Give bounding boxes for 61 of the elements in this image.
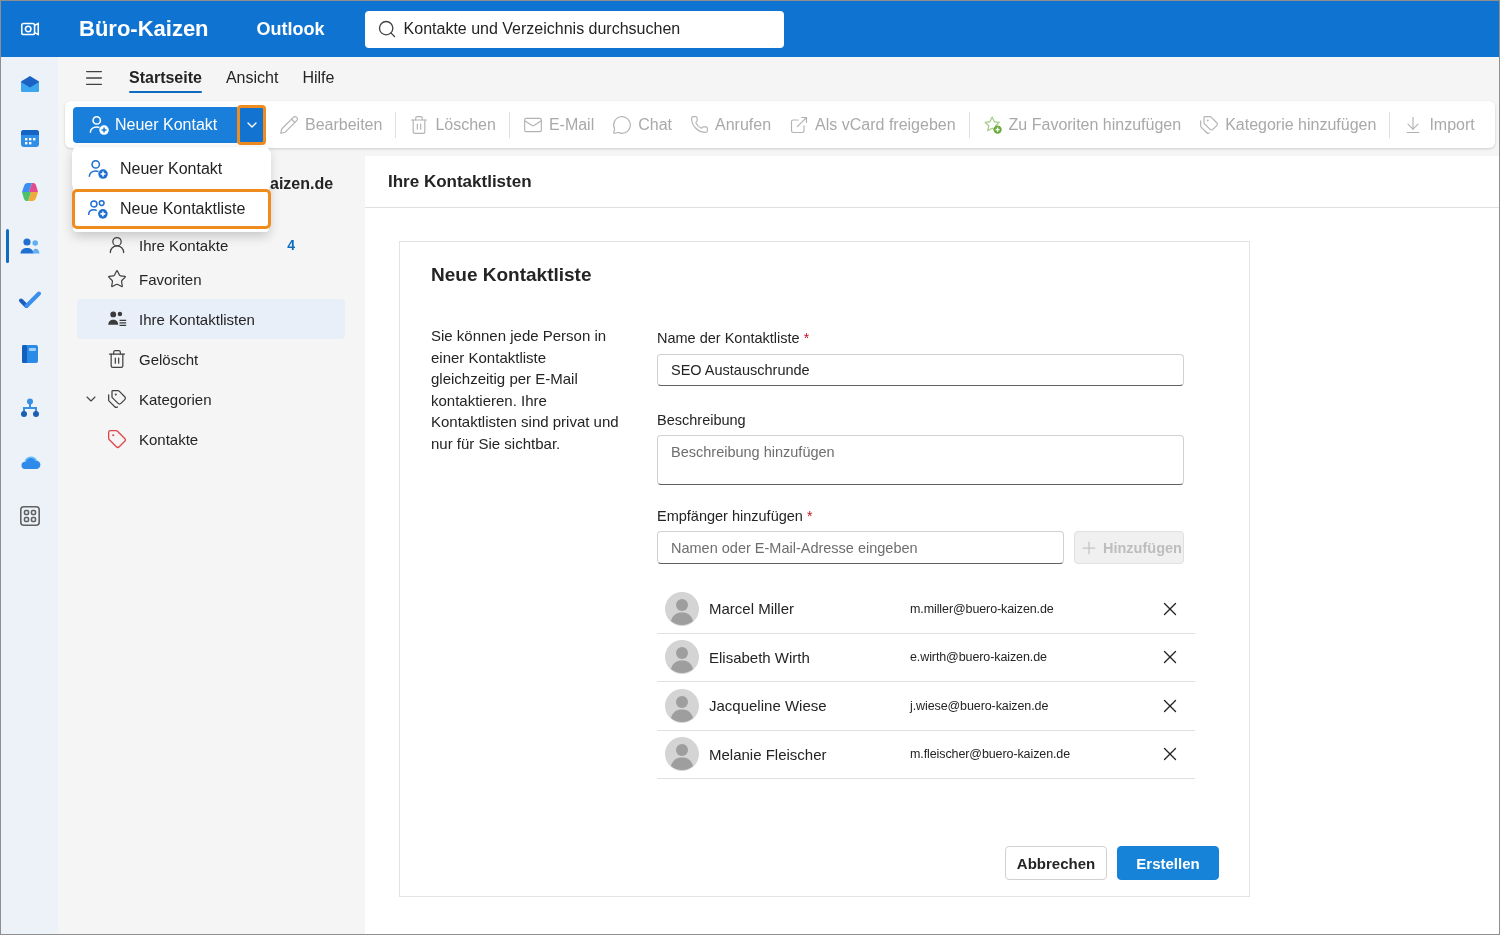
brand-name: Büro-Kaizen [79,16,209,42]
avatar-icon [665,640,699,675]
description-field[interactable]: Beschreibung hinzufügen [657,435,1184,485]
chat-icon [612,114,633,135]
field-label: Name der Kontaktliste [657,330,800,346]
item-count: 4 [287,237,295,253]
sidebar-item[interactable]: Ihre Kontaktlisten [77,299,345,339]
tab[interactable]: Hilfe [302,57,335,98]
person-add-icon [87,158,109,180]
search-box[interactable]: Kontakte und Verzeichnis durchsuchen [364,10,784,48]
required-mark: * [803,330,810,346]
tab[interactable]: Startseite [129,57,202,98]
share-icon [789,114,810,135]
star-icon [107,269,127,289]
search-input[interactable]: Kontakte und Verzeichnis durchsuchen [403,20,774,38]
star-plus-icon [982,114,1003,135]
tags-icon [1199,114,1220,135]
text-input[interactable]: SEO Austauschrunde [657,354,1184,386]
field-label: Beschreibung [657,412,746,428]
avatar-icon [665,591,699,626]
form-description: Sie können jede Person in einer Kontaktliste gleichzeitig per E-Mail kontaktieren. Ihre Kontaktlisten sind privat und nur für Sie sichtbar. [431,326,620,454]
sidebar-item[interactable]: Favoriten [77,259,345,299]
tab[interactable]: Ansicht [225,57,279,98]
field-label: Empfänger hinzufügen [657,508,803,524]
menu-item[interactable]: Neuer Kontakt [72,149,271,189]
sidebar-item[interactable]: Gelöscht [77,339,345,379]
trash-icon [107,349,127,369]
recipient-input[interactable]: Namen oder E-Mail-Adresse eingeben [657,531,1064,564]
contact-icon [107,235,127,255]
recipient-email: e.wirth@buero-kaizen.de [910,650,1048,665]
avatar-icon [665,688,699,723]
app-name: Outlook [256,18,325,40]
cancel-button[interactable]: Abbrechen [1005,846,1107,880]
menu-item[interactable]: Neue Kontaktliste [72,189,271,229]
recipient-email: m.miller@buero-kaizen.de [910,601,1055,616]
avatar-icon [665,737,699,772]
sidebar-item[interactable]: Ihre Kontakte 4 [77,231,345,259]
phone-icon [690,115,710,134]
account-name: aizen.de [270,174,334,194]
new-contact-button[interactable]: Neuer Kontakt [73,106,237,143]
sidebar-item[interactable]: Kontakte [77,419,345,459]
recipient-email: j.wiese@buero-kaizen.de [910,698,1050,713]
search-icon [376,19,397,39]
trash-icon [409,114,430,135]
contact-list-icon [107,309,127,329]
pencil-icon [279,114,299,135]
tags-icon [107,389,127,409]
page-title: Ihre Kontaktlisten [388,171,532,192]
required-mark: * [806,508,813,524]
recipient-name: Elisabeth Wirth [709,648,811,666]
recipient-name: Jacqueline Wiese [709,697,828,715]
dropdown-toggle[interactable] [237,104,266,145]
person-add-icon [88,113,110,136]
sidebar-item[interactable]: Kategorien [77,379,345,419]
recipient-name: Melanie Fleischer [709,745,828,763]
recipient-email: m.fleischer@buero-kaizen.de [910,747,1072,762]
recipient-name: Marcel Miller [709,600,795,618]
apps-grid-icon [17,504,42,528]
form-title: Neue Kontaktliste [431,263,592,287]
people-add-icon [87,198,109,220]
create-button[interactable]: Erstellen [1117,846,1219,880]
